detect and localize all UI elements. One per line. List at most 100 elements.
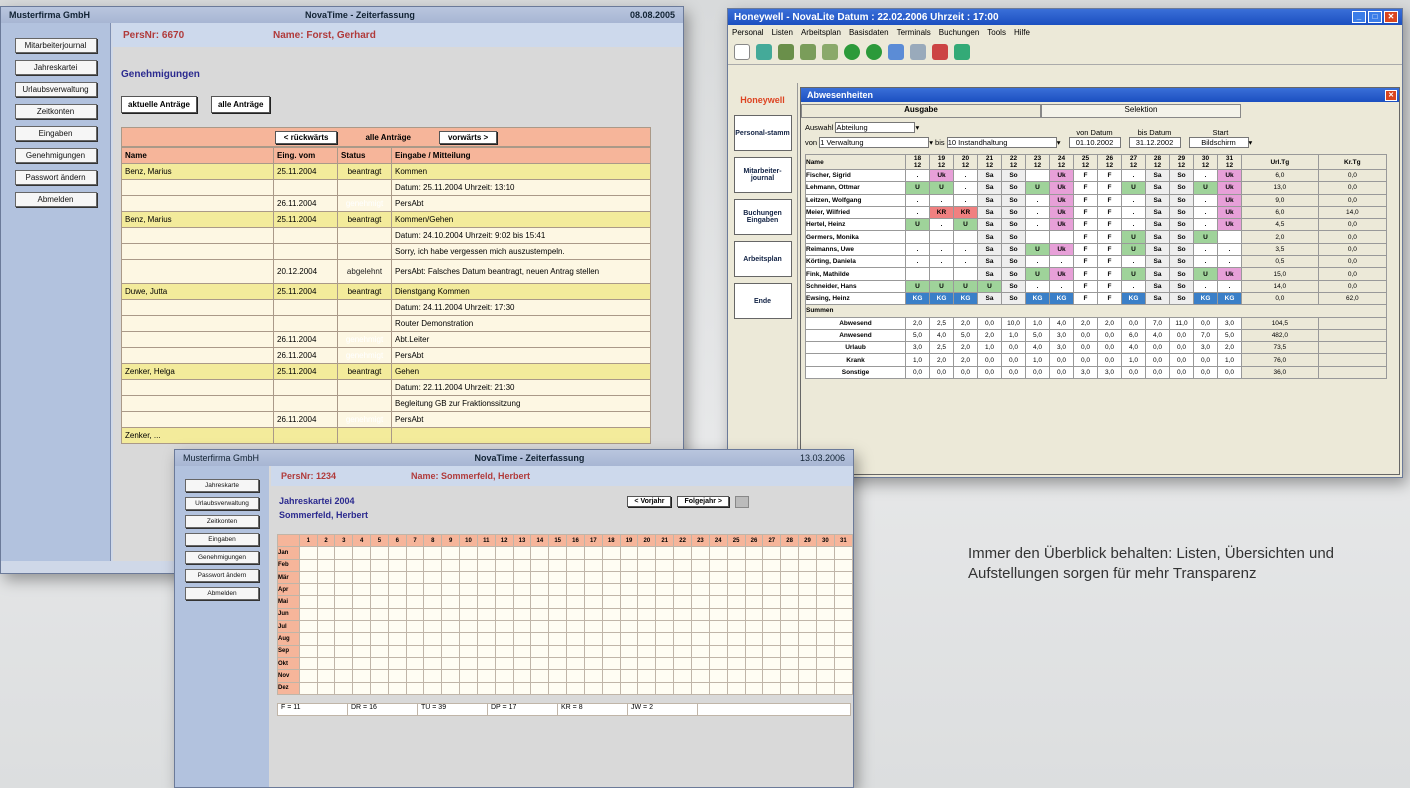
day-cell[interactable] <box>815 620 835 634</box>
day-cell[interactable] <box>370 558 389 572</box>
day-cell[interactable] <box>370 632 389 646</box>
day-cell[interactable] <box>673 583 692 597</box>
day-cell[interactable]: Sa <box>1145 193 1170 207</box>
day-cell[interactable]: Uk <box>1217 168 1242 183</box>
day-cell[interactable] <box>441 570 461 585</box>
day-cell[interactable] <box>833 632 853 646</box>
day-cell[interactable] <box>583 681 603 695</box>
day-cell[interactable] <box>441 669 461 683</box>
day-cell[interactable] <box>637 669 657 683</box>
day-cell[interactable]: U <box>1025 181 1050 195</box>
day-cell[interactable] <box>780 669 800 683</box>
day-cell[interactable] <box>566 583 585 597</box>
menu-personal[interactable]: Personal <box>732 28 764 37</box>
day-cell[interactable] <box>530 620 550 634</box>
day-cell[interactable] <box>655 607 675 622</box>
day-cell[interactable] <box>405 656 425 671</box>
day-cell[interactable] <box>459 546 478 560</box>
day-cell[interactable] <box>762 681 782 695</box>
day-cell[interactable]: F <box>1073 279 1098 293</box>
day-cell[interactable]: Uk <box>1217 205 1242 220</box>
day-cell[interactable] <box>583 570 603 585</box>
day-cell[interactable] <box>441 632 461 646</box>
day-cell[interactable] <box>815 558 835 572</box>
day-cell[interactable] <box>352 583 372 597</box>
day-cell[interactable] <box>637 546 657 560</box>
day-cell[interactable]: So <box>1001 255 1026 269</box>
day-cell[interactable] <box>929 230 954 244</box>
day-cell[interactable] <box>691 669 710 683</box>
day-cell[interactable] <box>441 583 461 597</box>
day-cell[interactable]: . <box>1193 279 1218 293</box>
day-cell[interactable] <box>405 546 425 560</box>
day-cell[interactable]: . <box>1025 255 1050 269</box>
day-cell[interactable] <box>637 607 657 622</box>
day-cell[interactable] <box>762 632 782 646</box>
day-cell[interactable] <box>370 595 389 609</box>
day-cell[interactable] <box>798 632 817 646</box>
day-cell[interactable] <box>655 546 675 560</box>
day-cell[interactable] <box>726 558 746 572</box>
day-cell[interactable]: So <box>1169 230 1194 244</box>
day-cell[interactable] <box>619 558 639 572</box>
day-cell[interactable]: . <box>1193 218 1218 232</box>
day-cell[interactable]: . <box>1025 193 1050 207</box>
day-cell[interactable] <box>334 644 354 658</box>
nav-arbeitsplan[interactable]: Arbeitsplan <box>733 241 792 277</box>
day-cell[interactable] <box>708 681 728 695</box>
day-cell[interactable] <box>798 558 817 572</box>
day-cell[interactable] <box>673 607 692 622</box>
auswahl-select[interactable]: Abteilung <box>835 122 916 133</box>
day-cell[interactable] <box>637 632 657 646</box>
day-cell[interactable]: Sa <box>977 218 1002 232</box>
day-cell[interactable]: So <box>1169 193 1194 207</box>
day-cell[interactable] <box>762 583 782 597</box>
day-cell[interactable] <box>441 607 461 622</box>
day-cell[interactable] <box>405 632 425 646</box>
day-cell[interactable]: F <box>1097 205 1122 220</box>
day-cell[interactable] <box>566 656 585 671</box>
day-cell[interactable] <box>744 558 764 572</box>
day-cell[interactable] <box>476 644 496 658</box>
day-cell[interactable] <box>762 570 782 585</box>
tab-selektion[interactable]: Selektion <box>1041 104 1241 118</box>
day-cell[interactable] <box>566 632 585 646</box>
day-cell[interactable]: Sa <box>1145 230 1170 244</box>
day-cell[interactable] <box>298 570 318 585</box>
day-cell[interactable] <box>476 669 496 683</box>
day-cell[interactable]: F <box>1073 242 1098 257</box>
day-cell[interactable]: U <box>1025 267 1050 281</box>
day-cell[interactable] <box>726 583 746 597</box>
day-cell[interactable] <box>953 267 978 281</box>
employee-name[interactable]: Germers, Monika <box>805 230 906 244</box>
day-cell[interactable] <box>316 595 336 609</box>
day-cell[interactable]: U <box>977 279 1002 293</box>
day-cell[interactable] <box>744 681 764 695</box>
day-cell[interactable] <box>780 595 800 609</box>
day-cell[interactable] <box>352 558 372 572</box>
day-cell[interactable]: KG <box>905 291 930 306</box>
day-cell[interactable]: Uk <box>1049 267 1074 281</box>
day-cell[interactable] <box>762 595 782 609</box>
day-cell[interactable]: Sa <box>1145 291 1170 306</box>
day-cell[interactable] <box>815 644 835 658</box>
day-cell[interactable] <box>512 656 532 671</box>
day-cell[interactable] <box>476 620 496 634</box>
day-cell[interactable] <box>494 583 514 597</box>
day-cell[interactable] <box>833 681 853 695</box>
day-cell[interactable] <box>548 546 568 560</box>
day-cell[interactable] <box>726 570 746 585</box>
day-cell[interactable] <box>423 558 443 572</box>
day-cell[interactable] <box>476 558 496 572</box>
employee-name[interactable]: Reimanns, Uwe <box>805 242 906 257</box>
day-cell[interactable] <box>601 570 621 585</box>
day-cell[interactable] <box>548 632 568 646</box>
day-cell[interactable] <box>441 620 461 634</box>
day-cell[interactable] <box>583 607 603 622</box>
day-cell[interactable] <box>726 681 746 695</box>
day-cell[interactable] <box>459 681 478 695</box>
day-cell[interactable] <box>352 620 372 634</box>
calendar-icon[interactable] <box>932 43 948 60</box>
day-cell[interactable] <box>423 607 443 622</box>
day-cell[interactable] <box>476 570 496 585</box>
